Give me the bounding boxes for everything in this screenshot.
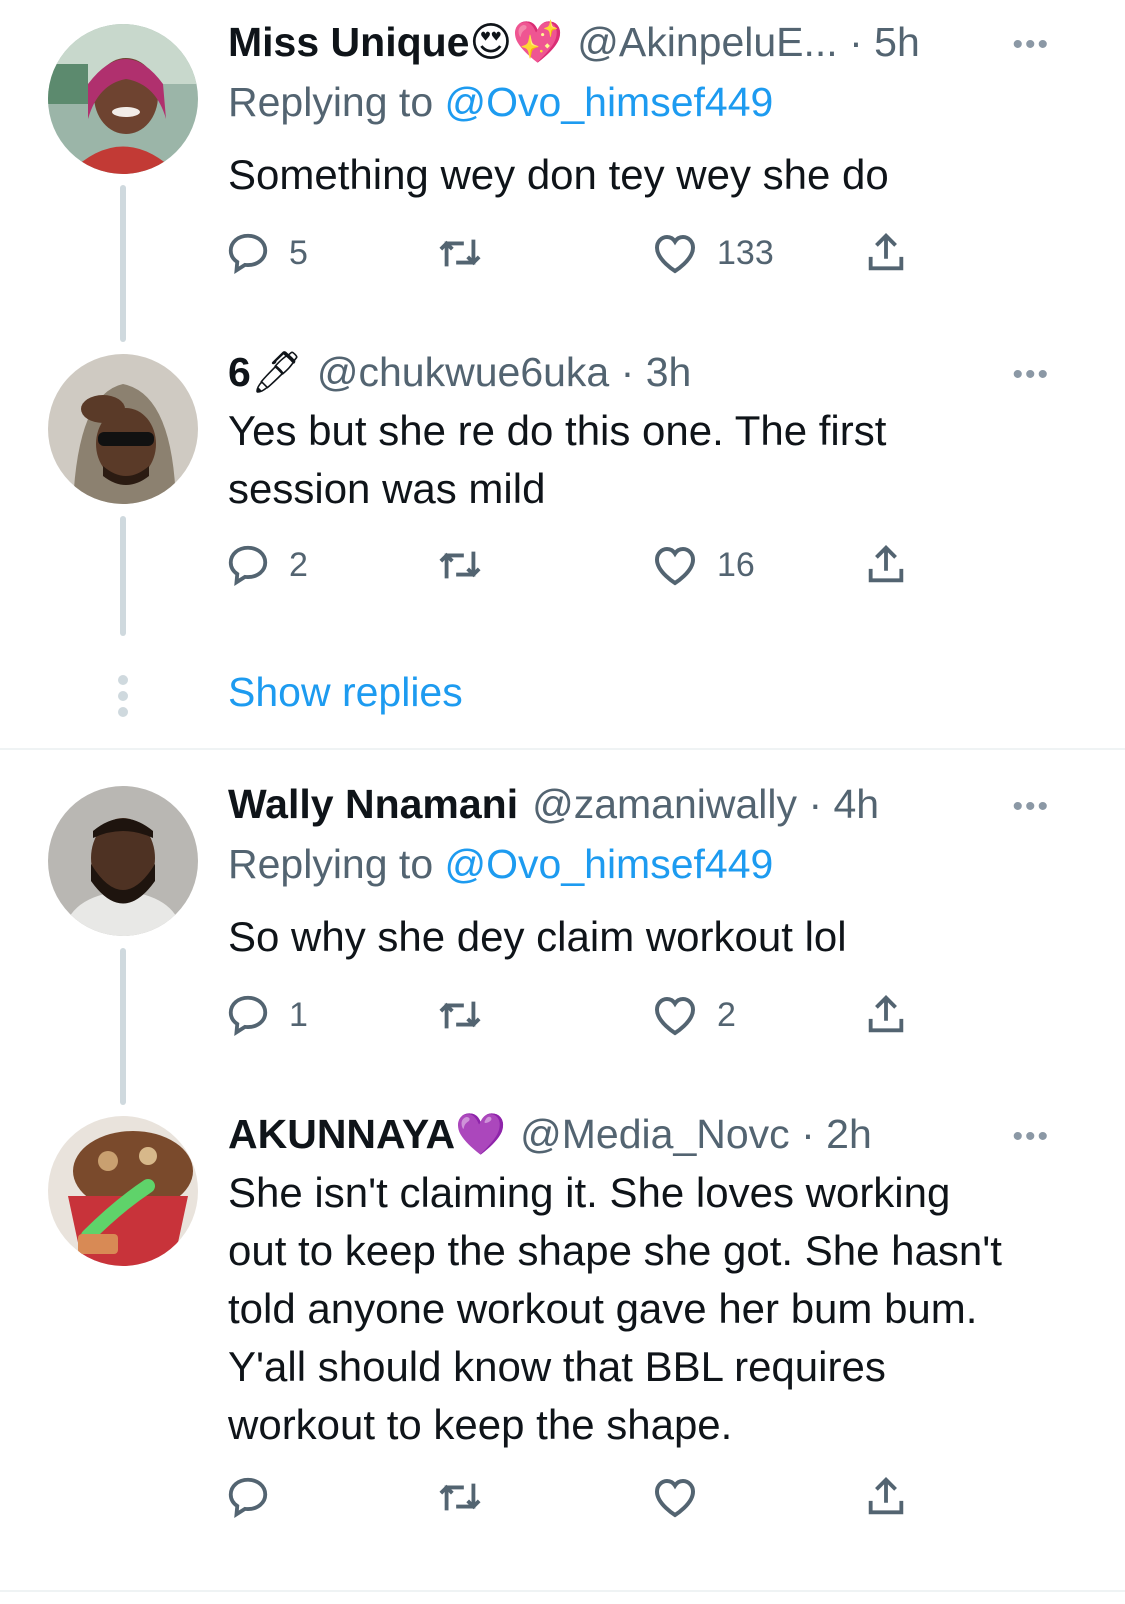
like-button[interactable]: 16 <box>651 540 755 590</box>
reply-icon <box>228 545 268 586</box>
retweet-button[interactable] <box>435 1472 503 1522</box>
user-handle[interactable]: @Media_Novc <box>520 1111 790 1157</box>
retweet-icon <box>439 1001 481 1029</box>
thread-line <box>120 185 126 342</box>
retweet-button[interactable] <box>435 990 503 1040</box>
reply-button[interactable]: 1 <box>225 990 308 1040</box>
like-button[interactable]: 2 <box>651 990 736 1040</box>
like-button[interactable]: 133 <box>651 228 774 278</box>
avatar-image <box>48 1116 198 1266</box>
user-handle[interactable]: @zamaniwally <box>532 781 797 827</box>
name-emoji: 🖊 <box>250 349 303 395</box>
reply-icon <box>228 995 268 1036</box>
share-button[interactable] <box>863 228 909 278</box>
reply-count: 2 <box>289 545 308 584</box>
reply-button[interactable]: 5 <box>225 228 308 278</box>
action-bar: 2 16 <box>225 540 945 590</box>
more-icon[interactable]: ••• <box>1012 30 1050 60</box>
retweet-button[interactable] <box>435 540 503 590</box>
timestamp[interactable]: 3h <box>646 349 692 395</box>
replying-to: Replying to @Ovo_himsef449 <box>228 840 773 888</box>
tweet-text: Yes but she re do this one. The first se… <box>228 407 887 512</box>
replying-label: Replying to <box>228 79 434 125</box>
timestamp[interactable]: 2h <box>826 1111 872 1157</box>
tweet-text: She isn't claiming it. She loves working… <box>228 1169 1002 1448</box>
avatar[interactable] <box>48 1116 198 1266</box>
mention-link[interactable]: @Ovo_himsef449 <box>445 79 774 125</box>
show-replies-link[interactable]: Show replies <box>228 668 463 716</box>
avatar[interactable] <box>48 354 198 504</box>
share-icon <box>868 233 904 271</box>
replying-label: Replying to <box>228 841 434 887</box>
tweet-text: Something wey don tey wey she do <box>228 151 889 198</box>
separator-dot: · <box>808 781 823 827</box>
like-count: 16 <box>717 545 755 584</box>
action-bar <box>225 1472 945 1522</box>
more-icon[interactable]: ••• <box>1012 360 1050 390</box>
reply-button[interactable] <box>225 1472 289 1522</box>
display-name[interactable]: AKUNNAYA <box>228 1111 455 1157</box>
name-emoji: 💜 <box>455 1111 507 1157</box>
share-icon <box>868 1477 904 1515</box>
avatar-image <box>48 354 198 504</box>
separator-dot: · <box>620 349 635 395</box>
action-bar: 5 133 <box>225 228 945 278</box>
user-handle[interactable]: @AkinpeluE... <box>577 19 837 65</box>
reply-icon <box>228 1477 268 1518</box>
separator-dot: · <box>849 19 863 65</box>
mention-link[interactable]: @Ovo_himsef449 <box>445 841 774 887</box>
avatar[interactable] <box>48 24 198 174</box>
tweet-text: So why she dey claim workout lol <box>228 913 847 960</box>
share-button[interactable] <box>863 1472 909 1522</box>
replying-to: Replying to @Ovo_himsef449 <box>228 78 773 126</box>
more-icon[interactable]: ••• <box>1012 792 1050 822</box>
share-icon <box>868 995 904 1033</box>
share-button[interactable] <box>863 540 909 590</box>
timestamp[interactable]: 4h <box>834 781 880 827</box>
display-name[interactable]: 6 <box>228 349 251 395</box>
like-icon <box>654 996 696 1036</box>
divider <box>0 1590 1125 1592</box>
retweet-icon <box>439 239 481 267</box>
more-replies-dots <box>116 675 130 723</box>
name-emoji: 😍💖 <box>469 19 564 65</box>
avatar-image <box>48 24 198 174</box>
thread-line <box>120 948 126 1105</box>
divider <box>0 748 1125 750</box>
retweet-icon <box>439 551 481 579</box>
like-icon <box>654 234 696 274</box>
action-bar: 1 2 <box>225 990 945 1040</box>
avatar[interactable] <box>48 786 198 936</box>
timestamp[interactable]: 5h <box>874 19 920 65</box>
reply-count: 5 <box>289 233 308 272</box>
more-icon[interactable]: ••• <box>1012 1122 1050 1152</box>
like-count: 133 <box>717 233 774 272</box>
like-button[interactable] <box>651 1472 717 1522</box>
thread-line <box>120 516 126 636</box>
like-count: 2 <box>717 995 736 1034</box>
like-icon <box>654 1478 696 1518</box>
reply-icon <box>228 233 268 274</box>
like-icon <box>654 546 696 586</box>
reply-count: 1 <box>289 995 308 1034</box>
share-button[interactable] <box>863 990 909 1040</box>
user-handle[interactable]: @chukwue6uka <box>317 349 609 395</box>
display-name[interactable]: Wally Nnamani <box>228 781 518 827</box>
retweet-icon <box>439 1483 481 1511</box>
reply-button[interactable]: 2 <box>225 540 308 590</box>
separator-dot: · <box>801 1111 815 1157</box>
retweet-button[interactable] <box>435 228 503 278</box>
avatar-image <box>48 786 198 936</box>
share-icon <box>868 545 904 583</box>
display-name[interactable]: Miss Unique <box>228 19 469 65</box>
